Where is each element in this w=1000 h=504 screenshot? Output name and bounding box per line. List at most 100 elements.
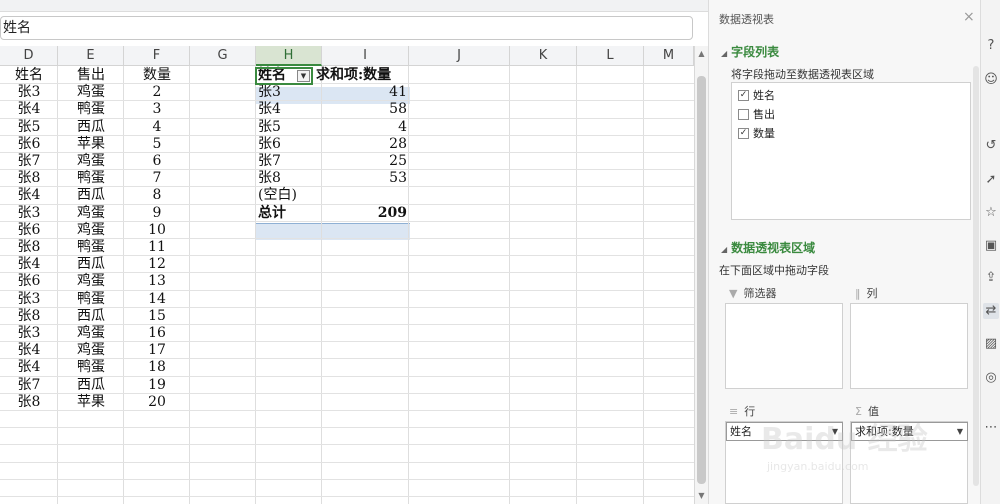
history-icon[interactable]: ↺ — [983, 138, 999, 154]
rows-drop-area[interactable]: 姓名 ▼ — [725, 421, 843, 504]
filter-dropdown-icon[interactable]: ▼ — [297, 70, 310, 82]
table-cell[interactable]: 58 — [322, 101, 409, 118]
table-cell[interactable]: 张3 — [0, 84, 58, 101]
table-cell[interactable]: 7 — [124, 170, 190, 187]
table-cell[interactable]: 20 — [124, 394, 190, 411]
template-icon[interactable]: ▣ — [983, 238, 999, 254]
table-cell[interactable]: 张3 — [0, 325, 58, 342]
checkbox-unchecked-icon[interactable] — [738, 108, 749, 120]
table-cell[interactable]: 鸭蛋 — [58, 239, 124, 256]
checkbox-checked-icon[interactable]: ✓ — [738, 127, 749, 139]
table-cell[interactable]: 西瓜 — [58, 377, 124, 394]
table-cell[interactable]: 张4 — [0, 342, 58, 359]
column-header-g[interactable]: G — [190, 46, 256, 66]
table-cell[interactable]: 求和项:数量 — [314, 67, 410, 84]
users-icon[interactable]: ☺ — [983, 72, 999, 88]
share-icon[interactable]: ⇪ — [983, 270, 999, 286]
filter-drop-area[interactable] — [725, 303, 843, 389]
table-cell[interactable]: 西瓜 — [58, 256, 124, 273]
table-cell[interactable]: 西瓜 — [58, 119, 124, 136]
table-cell[interactable]: 3 — [124, 101, 190, 118]
field-item[interactable]: ✓ 姓名 — [738, 87, 775, 103]
table-cell[interactable]: 41 — [322, 84, 409, 101]
cells-area[interactable]: 姓名 售出 数量 张3 鸡蛋 2 张4 鸭蛋 3 张5 西瓜 4 张6 苹果 5 张7 鸡蛋 6 张8 鸭蛋 7 张4 西瓜… — [0, 66, 694, 504]
table-cell[interactable]: 4 — [322, 119, 409, 136]
table-cell[interactable]: 12 — [124, 256, 190, 273]
table-cell[interactable]: 张8 — [0, 239, 58, 256]
column-header-d[interactable]: D — [0, 46, 58, 66]
table-cell[interactable]: 鸡蛋 — [58, 222, 124, 239]
table-cell[interactable]: 张6 — [256, 136, 322, 153]
table-cell[interactable]: 张8 — [0, 394, 58, 411]
close-icon[interactable]: × — [963, 9, 975, 25]
table-cell[interactable]: 总计 — [256, 205, 322, 222]
table-cell[interactable]: (空白) — [256, 187, 322, 204]
value-field-item[interactable]: 求和项:数量 ▼ — [851, 422, 968, 441]
table-cell[interactable]: 张4 — [0, 187, 58, 204]
table-cell[interactable]: 张7 — [256, 153, 322, 170]
table-cell[interactable]: 25 — [322, 153, 409, 170]
table-cell[interactable]: 张5 — [256, 119, 322, 136]
table-cell[interactable]: 14 — [124, 291, 190, 308]
help-icon[interactable]: ? — [983, 38, 999, 54]
table-cell[interactable]: 张8 — [0, 170, 58, 187]
table-cell[interactable]: 2 — [124, 84, 190, 101]
table-cell[interactable]: 鸡蛋 — [58, 205, 124, 222]
field-item[interactable]: ✓ 数量 — [738, 125, 775, 141]
pivot-icon[interactable]: ⇄ — [983, 303, 999, 319]
more-icon[interactable]: ⋯ — [983, 420, 999, 436]
table-cell[interactable]: 张8 — [256, 170, 322, 187]
table-cell[interactable]: 张8 — [0, 308, 58, 325]
table-cell[interactable]: 10 — [124, 222, 190, 239]
table-cell[interactable]: 张4 — [256, 101, 322, 118]
table-cell[interactable]: 西瓜 — [58, 308, 124, 325]
table-cell[interactable]: 张7 — [0, 377, 58, 394]
checkbox-checked-icon[interactable]: ✓ — [738, 89, 749, 101]
table-cell[interactable]: 鸡蛋 — [58, 153, 124, 170]
table-cell[interactable]: 数量 — [124, 67, 190, 84]
column-header-h[interactable]: H — [256, 46, 322, 66]
column-header-k[interactable]: K — [510, 46, 577, 66]
spreadsheet-grid[interactable]: DEFGHIJKLM 姓名 售出 数量 张3 鸡蛋 2 张4 鸭蛋 3 张5 西瓜 4 张6 苹果 5 张7 鸡… — [0, 46, 694, 504]
table-cell[interactable]: 8 — [124, 187, 190, 204]
collapse-triangle-icon[interactable]: ◢ — [721, 245, 727, 254]
values-drop-area[interactable]: 求和项:数量 ▼ — [850, 421, 968, 504]
table-cell[interactable]: 4 — [124, 119, 190, 136]
table-cell[interactable]: 18 — [124, 359, 190, 376]
table-cell[interactable]: 姓名 — [0, 67, 58, 84]
table-cell[interactable]: 张4 — [0, 359, 58, 376]
scroll-thumb[interactable] — [697, 76, 706, 484]
table-cell[interactable]: 张5 — [0, 119, 58, 136]
table-cell[interactable]: 13 — [124, 273, 190, 290]
table-cell[interactable]: 西瓜 — [58, 187, 124, 204]
table-cell[interactable]: 张6 — [0, 222, 58, 239]
table-cell[interactable]: 28 — [322, 136, 409, 153]
table-cell[interactable]: 鸡蛋 — [58, 84, 124, 101]
table-cell[interactable]: 53 — [322, 170, 409, 187]
table-cell[interactable]: 苹果 — [58, 136, 124, 153]
table-cell[interactable]: 鸡蛋 — [58, 273, 124, 290]
table-cell[interactable]: 209 — [322, 205, 409, 222]
table-cell[interactable]: 鸭蛋 — [58, 291, 124, 308]
table-cell[interactable]: 售出 — [58, 67, 124, 84]
image-icon[interactable]: ▨ — [983, 336, 999, 352]
table-cell[interactable]: 鸭蛋 — [58, 101, 124, 118]
table-cell[interactable]: 张3 — [256, 84, 322, 101]
column-header-i[interactable]: I — [322, 46, 409, 66]
table-cell[interactable]: 张6 — [0, 273, 58, 290]
pivot-areas-section[interactable]: ◢ 数据透视表区域 — [721, 239, 815, 256]
columns-drop-area[interactable] — [850, 303, 968, 389]
column-header-e[interactable]: E — [58, 46, 124, 66]
table-cell[interactable]: 5 — [124, 136, 190, 153]
chevron-down-icon[interactable]: ▼ — [832, 423, 838, 440]
table-cell[interactable]: 6 — [124, 153, 190, 170]
table-cell[interactable]: 鸭蛋 — [58, 170, 124, 187]
row-field-item[interactable]: 姓名 ▼ — [726, 422, 843, 441]
table-cell[interactable]: 张3 — [0, 291, 58, 308]
table-cell[interactable]: 15 — [124, 308, 190, 325]
table-cell[interactable] — [322, 187, 409, 204]
table-cell[interactable]: 张4 — [0, 101, 58, 118]
table-cell[interactable]: 鸡蛋 — [58, 325, 124, 342]
table-cell[interactable]: 16 — [124, 325, 190, 342]
table-cell[interactable]: 张6 — [0, 136, 58, 153]
